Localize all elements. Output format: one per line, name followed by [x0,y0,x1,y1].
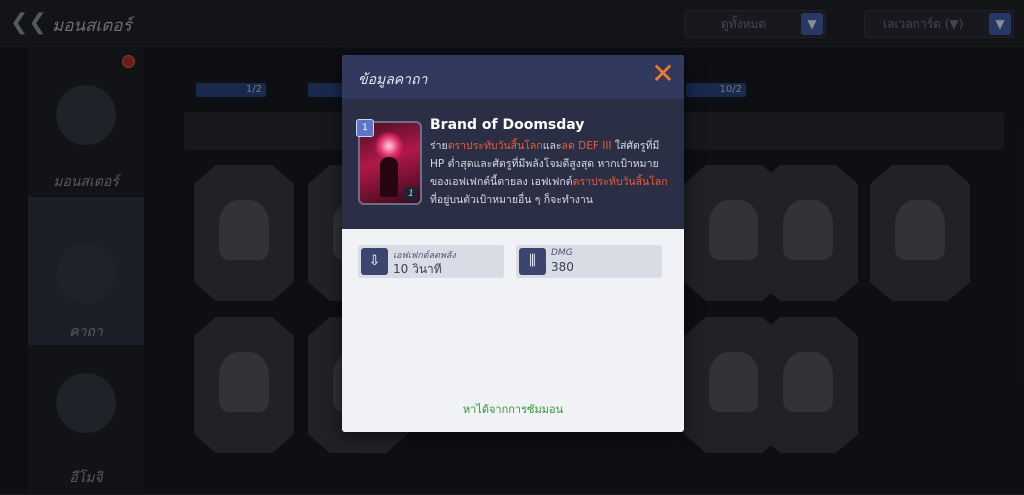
spell-description: ร่ายตราประทับวันสิ้นโลกและลด DEF III ใส่… [430,140,668,206]
stat-damage: ⫼ DMG 380 [516,245,662,278]
stat-value: 380 [551,260,574,274]
close-icon[interactable]: ✕ [650,60,676,88]
debuff-timer-icon: ⇩ [361,248,388,275]
spell-info-modal: ข้อมูลคาถา ✕ 1 1 Brand of Doomsday ร่ายต… [342,55,684,432]
spell-art-figure [380,157,398,197]
spell-info-panel: 1 1 Brand of Doomsday ร่ายตราประทับวันสิ… [342,99,684,229]
obtain-source-text: หาได้จากการซัมมอน [462,403,564,416]
stat-value: 10 วินาที [393,262,442,276]
stat-label: DMG [551,248,573,258]
stat-debuff-duration: ⇩ เอฟเฟกต์ลดพลัง 10 วินาที [358,245,504,278]
spell-card-image: 1 1 [356,119,422,205]
card-level-badge: 1 [356,119,374,137]
modal-title: ข้อมูลคาถา [358,72,428,88]
modal-header: ข้อมูลคาถา ✕ [342,55,684,99]
card-cost-badge: 1 [404,187,418,201]
spell-name: Brand of Doomsday [430,117,585,133]
damage-icon: ⫼ [519,248,546,275]
